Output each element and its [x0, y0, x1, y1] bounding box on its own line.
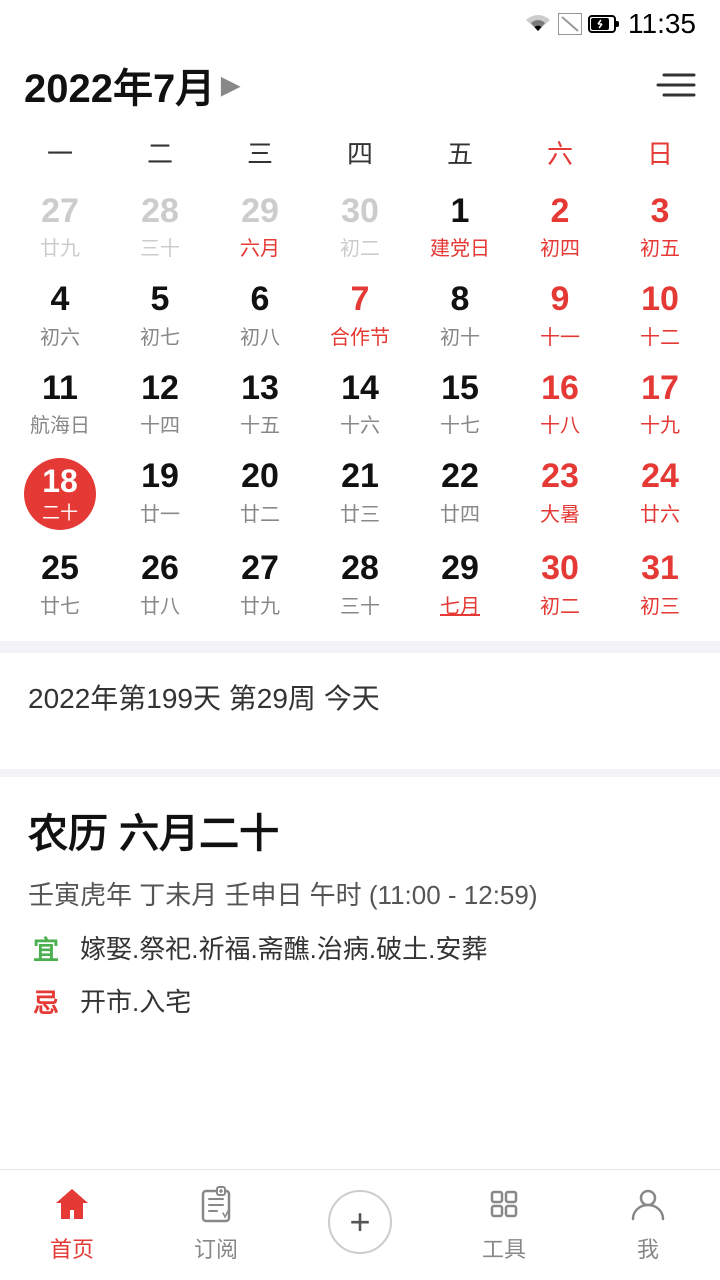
day-cell[interactable]: 13 十五	[210, 360, 310, 448]
header-title: 2022年7月 ▶	[24, 56, 240, 114]
day-cell[interactable]: 9 十一	[510, 271, 610, 359]
signal-icon	[558, 13, 582, 35]
ji-row: 忌 开市.入宅	[28, 983, 692, 1022]
day-cell[interactable]: 28 三十	[310, 540, 410, 628]
nav-home[interactable]: 首页	[22, 1180, 122, 1264]
wifi-icon	[524, 13, 552, 35]
day-cell[interactable]: 31 初三	[610, 540, 710, 628]
header: 2022年7月 ▶	[0, 44, 720, 126]
day-cell[interactable]: 2 初四	[510, 183, 610, 271]
nav-add[interactable]: +	[310, 1190, 410, 1254]
day-cell[interactable]: 4 初六	[10, 271, 110, 359]
day-cell[interactable]: 27 廿九	[210, 540, 310, 628]
week-2: 4 初六 5 初七 6 初八 7 合作节 8 初十 9 十一 10 十二	[10, 271, 710, 359]
day-cell[interactable]: 17 十九	[610, 360, 710, 448]
day-cell[interactable]: 19 廿一	[110, 448, 210, 540]
day-cell[interactable]: 6 初八	[210, 271, 310, 359]
subscribe-icon	[192, 1180, 240, 1228]
weekday-thu: 四	[310, 126, 410, 179]
bottom-nav: 首页 订阅 + 工具	[0, 1169, 720, 1280]
home-icon	[48, 1180, 96, 1228]
week-1: 27 廿九 28 三十 29 六月 30 初二 1 建党日 2 初四 3 初五	[10, 183, 710, 271]
day-cell[interactable]: 1 建党日	[410, 183, 510, 271]
weekday-fri: 五	[410, 126, 510, 179]
yi-row: 宜 嫁娶.祭祀.祈福.斋醮.治病.破土.安葬	[28, 930, 692, 969]
day-cell[interactable]: 21 廿三	[310, 448, 410, 540]
nav-profile-label: 我	[637, 1232, 659, 1264]
day-cell[interactable]: 15 十七	[410, 360, 510, 448]
nav-profile[interactable]: 我	[598, 1180, 698, 1264]
day-cell[interactable]: 25 廿七	[10, 540, 110, 628]
nav-subscribe-label: 订阅	[194, 1232, 238, 1264]
lunar-section: 农历 六月二十 壬寅虎年 丁未月 壬申日 午时 (11:00 - 12:59) …	[0, 777, 720, 1056]
day-cell[interactable]: 29 七月	[410, 540, 510, 628]
day-cell[interactable]: 24 廿六	[610, 448, 710, 540]
nav-tools-label: 工具	[482, 1232, 526, 1264]
weekday-sat: 六	[510, 126, 610, 179]
day-cell[interactable]: 20 廿二	[210, 448, 310, 540]
day-cell[interactable]: 26 廿八	[110, 540, 210, 628]
lunar-desc: 壬寅虎年 丁未月 壬申日 午时 (11:00 - 12:59)	[28, 875, 692, 912]
status-time: 11:35	[628, 8, 696, 40]
day-cell[interactable]: 30 初二	[510, 540, 610, 628]
day-cell[interactable]: 11 航海日	[10, 360, 110, 448]
section-separator	[0, 641, 720, 653]
lunar-title: 农历 六月二十	[28, 801, 692, 859]
nav-subscribe[interactable]: 订阅	[166, 1180, 266, 1264]
day-cell[interactable]: 3 初五	[610, 183, 710, 271]
day-cell[interactable]: 28 三十	[110, 183, 210, 271]
day-description: 2022年第199天 第29周 今天	[28, 677, 692, 717]
nav-home-label: 首页	[50, 1232, 94, 1264]
day-cell[interactable]: 29 六月	[210, 183, 310, 271]
day-cell[interactable]: 22 廿四	[410, 448, 510, 540]
day-cell[interactable]: 16 十八	[510, 360, 610, 448]
weekday-headers: 一 二 三 四 五 六 日	[10, 126, 710, 179]
ji-text: 开市.入宅	[80, 983, 191, 1022]
add-button-icon[interactable]: +	[328, 1190, 392, 1254]
day-cell[interactable]: 30 初二	[310, 183, 410, 271]
day-cell[interactable]: 8 初十	[410, 271, 510, 359]
weekday-mon: 一	[10, 126, 110, 179]
tools-icon	[480, 1180, 528, 1228]
day-cell[interactable]: 10 十二	[610, 271, 710, 359]
weekday-wed: 三	[210, 126, 310, 179]
profile-icon	[624, 1180, 672, 1228]
month-year-label: 2022年7月	[24, 56, 215, 114]
weekday-sun: 日	[610, 126, 710, 179]
yi-text: 嫁娶.祭祀.祈福.斋醮.治病.破土.安葬	[80, 930, 487, 969]
info-section: 2022年第199天 第29周 今天	[0, 653, 720, 757]
section-separator-2	[0, 769, 720, 777]
yi-label: 宜	[28, 930, 64, 967]
status-icons	[524, 13, 620, 35]
calendar: 一 二 三 四 五 六 日 27 廿九 28 三十 29 六月 30 初二 1 …	[0, 126, 720, 629]
battery-icon	[588, 14, 620, 34]
nav-tools[interactable]: 工具	[454, 1180, 554, 1264]
day-cell[interactable]: 12 十四	[110, 360, 210, 448]
day-cell[interactable]: 23 大暑	[510, 448, 610, 540]
menu-button[interactable]	[656, 70, 696, 100]
status-bar: 11:35	[0, 0, 720, 44]
day-cell[interactable]: 7 合作节	[310, 271, 410, 359]
day-cell[interactable]: 14 十六	[310, 360, 410, 448]
week-5: 25 廿七 26 廿八 27 廿九 28 三十 29 七月 30 初二 31 初…	[10, 540, 710, 628]
expand-arrow-icon[interactable]: ▶	[221, 71, 239, 100]
ji-label: 忌	[28, 983, 64, 1020]
week-4: 18 二十 19 廿一 20 廿二 21 廿三 22 廿四 23 大暑 24 廿…	[10, 448, 710, 540]
day-cell[interactable]: 27 廿九	[10, 183, 110, 271]
week-3: 11 航海日 12 十四 13 十五 14 十六 15 十七 16 十八 17 …	[10, 360, 710, 448]
day-cell[interactable]: 5 初七	[110, 271, 210, 359]
weekday-tue: 二	[110, 126, 210, 179]
day-18-today[interactable]: 18 二十	[10, 448, 110, 540]
